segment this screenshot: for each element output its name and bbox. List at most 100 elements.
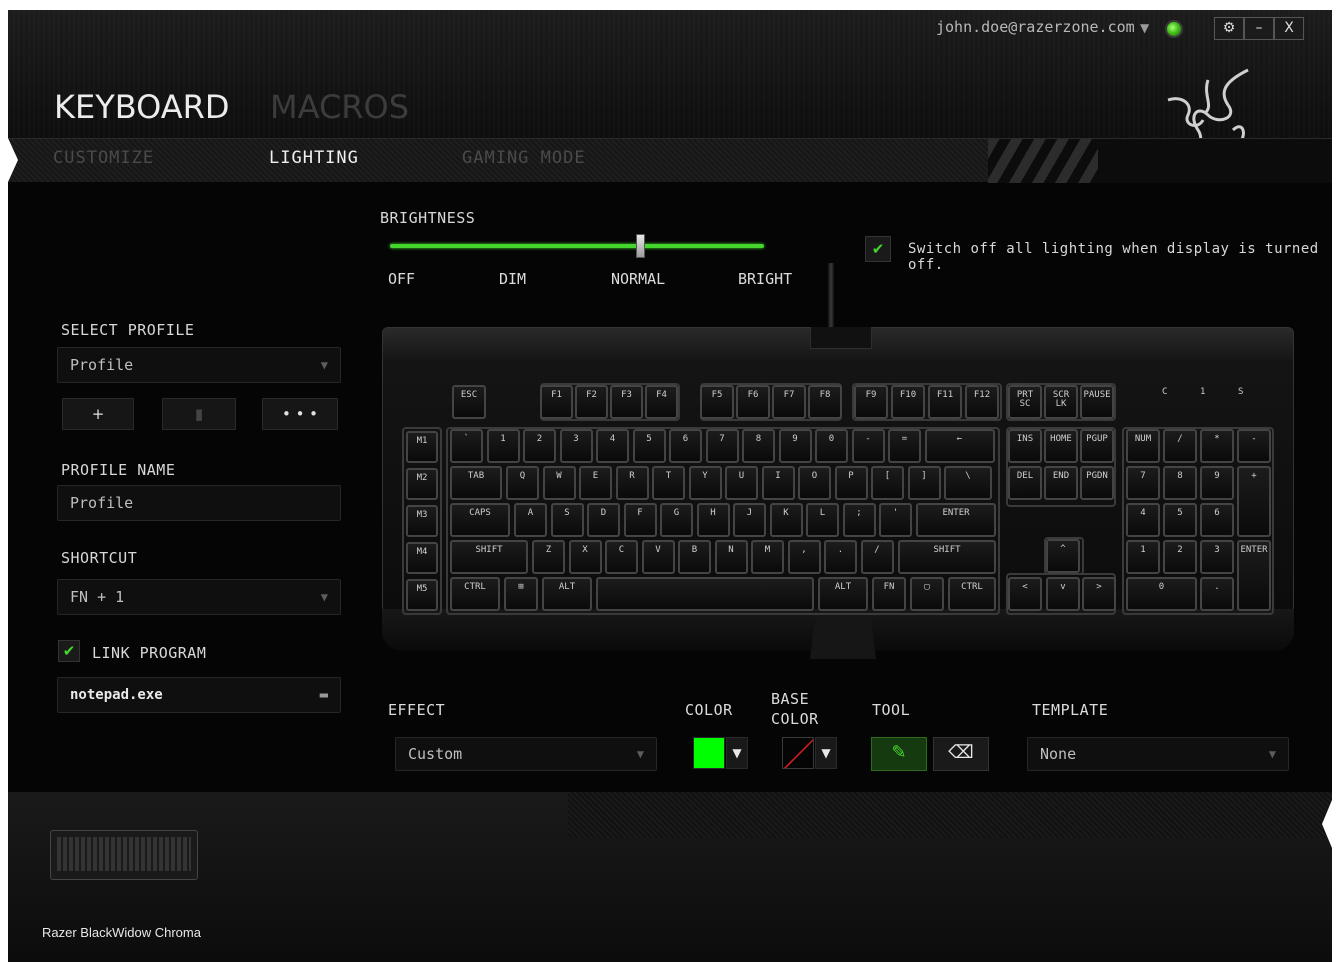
template-select[interactable]: None ▼ bbox=[1027, 737, 1289, 771]
key-f10[interactable]: F10 bbox=[891, 385, 925, 419]
numpad-10[interactable]: 6 bbox=[1200, 503, 1234, 537]
key-tab-row-6[interactable]: Y bbox=[688, 466, 722, 500]
key-f5[interactable]: F5 bbox=[700, 385, 734, 419]
key-f9[interactable]: F9 bbox=[854, 385, 888, 419]
key-f3[interactable]: F3 bbox=[610, 385, 643, 419]
key-nav-mid-1[interactable]: END bbox=[1044, 466, 1078, 500]
key-caps-row-4[interactable]: F bbox=[623, 503, 657, 537]
key-shift-row-3[interactable]: C bbox=[605, 540, 638, 574]
key-caps-row-7[interactable]: J bbox=[733, 503, 766, 537]
minimize-button[interactable]: – bbox=[1244, 17, 1274, 40]
key-sys-1[interactable]: PRT SC bbox=[1008, 385, 1042, 419]
key-nav-top-0[interactable]: INS bbox=[1008, 429, 1042, 463]
key-arrow-right[interactable]: > bbox=[1082, 577, 1116, 611]
key-f1[interactable]: F1 bbox=[540, 385, 573, 419]
key-num-3[interactable]: 3 bbox=[559, 429, 593, 463]
program-path-input[interactable]: notepad.exe ▬ bbox=[57, 677, 341, 713]
key-esc[interactable]: ESC bbox=[452, 385, 486, 419]
numpad-6[interactable]: 9 bbox=[1200, 466, 1234, 500]
key-tab-row-1[interactable]: Q bbox=[506, 466, 539, 500]
key-nav-mid-2[interactable]: PGDN bbox=[1080, 466, 1114, 500]
account-email[interactable]: john.doe@razerzone.com bbox=[936, 18, 1135, 36]
key-tab-row-11[interactable]: [ bbox=[871, 466, 904, 500]
key-tab-row-7[interactable]: U bbox=[725, 466, 758, 500]
numpad-0[interactable]: 0 bbox=[1126, 577, 1197, 611]
key-num-2[interactable]: 2 bbox=[523, 429, 556, 463]
key-tab-row-3[interactable]: E bbox=[579, 466, 612, 500]
numpad-11[interactable]: 1 bbox=[1126, 540, 1160, 574]
key-shift-right[interactable]: SHIFT bbox=[898, 540, 996, 574]
key-tab-row-5[interactable]: T bbox=[652, 466, 685, 500]
key-num-5[interactable]: 5 bbox=[632, 429, 666, 463]
pencil-tool-button[interactable]: ✎ bbox=[871, 737, 927, 771]
tab-customize[interactable]: CUSTOMIZE bbox=[53, 148, 154, 168]
key-shift-row-9[interactable]: . bbox=[824, 540, 857, 574]
color-swatch[interactable] bbox=[693, 737, 725, 769]
macro-key-m5[interactable]: M5 bbox=[406, 579, 438, 611]
key-shift-left[interactable]: SHIFT bbox=[450, 540, 528, 574]
macro-key-m2[interactable]: M2 bbox=[406, 468, 438, 500]
add-profile-button[interactable]: + bbox=[62, 398, 134, 430]
numpad-dot[interactable]: . bbox=[1200, 577, 1234, 611]
key-caps-row-11[interactable]: ' bbox=[879, 503, 912, 537]
key-shift-row-7[interactable]: M bbox=[751, 540, 784, 574]
numpad-1[interactable]: / bbox=[1163, 429, 1197, 463]
key-tab-row-4[interactable]: R bbox=[615, 466, 649, 500]
shortcut-select[interactable]: FN + 1 ▼ bbox=[57, 579, 341, 615]
key-num-11[interactable]: - bbox=[851, 429, 885, 463]
effect-select[interactable]: Custom ▼ bbox=[395, 737, 657, 771]
key-nav-mid-0[interactable]: DEL bbox=[1008, 466, 1042, 500]
key-shift-row-1[interactable]: Z bbox=[532, 540, 565, 574]
key-f2[interactable]: F2 bbox=[575, 385, 608, 419]
close-button[interactable]: X bbox=[1274, 17, 1304, 40]
numpad-4[interactable]: 7 bbox=[1126, 466, 1160, 500]
key-caps-row-8[interactable]: K bbox=[769, 503, 803, 537]
tab-lighting[interactable]: LIGHTING bbox=[269, 148, 359, 168]
key-caps-row-9[interactable]: L bbox=[806, 503, 839, 537]
key-f7[interactable]: F7 bbox=[772, 385, 806, 419]
numpad-2[interactable]: * bbox=[1200, 429, 1234, 463]
key-sys-2[interactable]: SCR LK bbox=[1044, 385, 1078, 419]
key-num-8[interactable]: 8 bbox=[742, 429, 775, 463]
key-ctrl-right[interactable]: CTRL bbox=[948, 577, 996, 611]
tab-keyboard[interactable]: KEYBOARD bbox=[54, 88, 230, 126]
key-space[interactable] bbox=[596, 577, 814, 611]
tab-gaming-mode[interactable]: GAMING MODE bbox=[462, 148, 586, 168]
brightness-slider-thumb[interactable] bbox=[636, 234, 645, 258]
key-win[interactable]: ⊞ bbox=[504, 577, 538, 611]
numpad-plus[interactable]: + bbox=[1237, 466, 1271, 537]
key-tab[interactable]: TAB bbox=[450, 466, 502, 500]
key-tab-row-2[interactable]: W bbox=[542, 466, 576, 500]
key-f4[interactable]: F4 bbox=[645, 385, 678, 419]
macro-key-m4[interactable]: M4 bbox=[406, 542, 438, 574]
device-thumbnail[interactable] bbox=[50, 830, 198, 880]
macro-key-m3[interactable]: M3 bbox=[406, 505, 438, 537]
more-profile-button[interactable]: • • • bbox=[262, 398, 338, 430]
key-num-9[interactable]: 9 bbox=[778, 429, 812, 463]
key-num-6[interactable]: 6 bbox=[669, 429, 702, 463]
numpad-9[interactable]: 5 bbox=[1163, 503, 1197, 537]
numpad-0[interactable]: NUM bbox=[1126, 429, 1160, 463]
key-arrow-up[interactable]: ^ bbox=[1046, 539, 1080, 573]
numpad-5[interactable]: 8 bbox=[1163, 466, 1197, 500]
key-sys-3[interactable]: PAUSE bbox=[1080, 385, 1114, 419]
link-program-checkbox[interactable]: ✔ bbox=[58, 640, 80, 662]
key-shift-row-8[interactable]: , bbox=[787, 540, 821, 574]
key-tab-row-12[interactable]: ] bbox=[907, 466, 941, 500]
profile-name-input[interactable]: Profile bbox=[57, 485, 341, 521]
numpad-12[interactable]: 2 bbox=[1163, 540, 1197, 574]
key-alt-right[interactable]: ALT bbox=[818, 577, 868, 611]
folder-icon[interactable]: ▬ bbox=[320, 678, 328, 712]
key-tab-row-8[interactable]: I bbox=[761, 466, 795, 500]
settings-button[interactable]: ⚙ bbox=[1214, 17, 1244, 40]
chevron-down-icon[interactable]: ▼ bbox=[1140, 21, 1149, 35]
color-dropdown-button[interactable]: ▼ bbox=[726, 737, 748, 769]
key-caps-row-5[interactable]: G bbox=[660, 503, 693, 537]
key-f12[interactable]: F12 bbox=[965, 385, 999, 419]
key-alt-left[interactable]: ALT bbox=[542, 577, 592, 611]
key-f8[interactable]: F8 bbox=[808, 385, 842, 419]
key-arrow-down[interactable]: v bbox=[1046, 577, 1080, 611]
key-num-10[interactable]: 0 bbox=[815, 429, 848, 463]
key-f11[interactable]: F11 bbox=[928, 385, 962, 419]
delete-profile-button[interactable]: ▮ bbox=[162, 398, 236, 430]
